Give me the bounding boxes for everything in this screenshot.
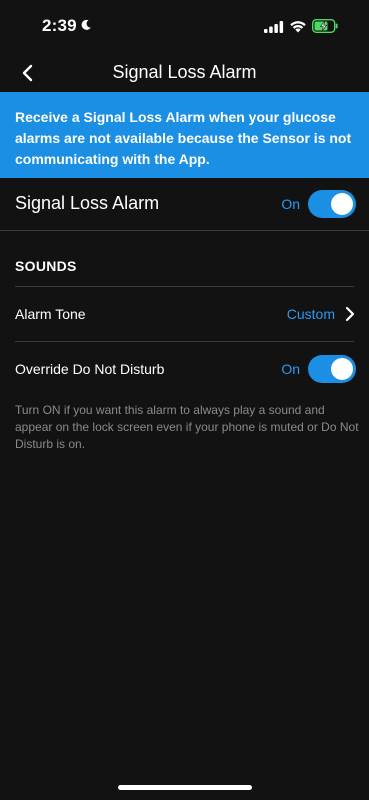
cellular-signal-icon bbox=[264, 21, 284, 33]
signal-loss-alarm-row: Signal Loss Alarm On bbox=[0, 178, 369, 230]
signal-loss-alarm-toggle[interactable] bbox=[308, 190, 356, 218]
override-dnd-label: Override Do Not Disturb bbox=[15, 361, 165, 377]
override-dnd-status: On bbox=[281, 361, 300, 377]
sounds-section-header: SOUNDS bbox=[15, 258, 77, 274]
signal-loss-alarm-status: On bbox=[281, 196, 300, 212]
alarm-tone-row[interactable]: Alarm Tone Custom bbox=[0, 287, 369, 341]
toggle-knob bbox=[331, 358, 353, 380]
override-dnd-toggle[interactable] bbox=[308, 355, 356, 383]
status-time: 2:39 bbox=[42, 16, 77, 35]
battery-charging-icon bbox=[312, 19, 338, 33]
alarm-tone-label: Alarm Tone bbox=[15, 306, 86, 322]
signal-loss-alarm-screen: 2:39 Signal Loss Alarm Receive a Signal … bbox=[0, 0, 369, 800]
signal-loss-alarm-label: Signal Loss Alarm bbox=[15, 193, 160, 213]
override-dnd-description: Turn ON if you want this alarm to always… bbox=[15, 403, 359, 451]
moon-icon bbox=[81, 19, 91, 30]
divider bbox=[0, 230, 369, 231]
info-banner: Receive a Signal Loss Alarm when your gl… bbox=[0, 92, 369, 178]
home-indicator[interactable] bbox=[118, 785, 252, 790]
chevron-right-icon bbox=[345, 306, 355, 322]
status-bar: 2:39 bbox=[0, 0, 369, 54]
wifi-icon bbox=[290, 21, 306, 33]
override-dnd-row: Override Do Not Disturb On bbox=[0, 342, 369, 396]
navigation-bar: Signal Loss Alarm bbox=[0, 54, 369, 92]
alarm-tone-value: Custom bbox=[286, 306, 335, 322]
toggle-knob bbox=[331, 193, 353, 215]
page-title: Signal Loss Alarm bbox=[112, 62, 257, 82]
